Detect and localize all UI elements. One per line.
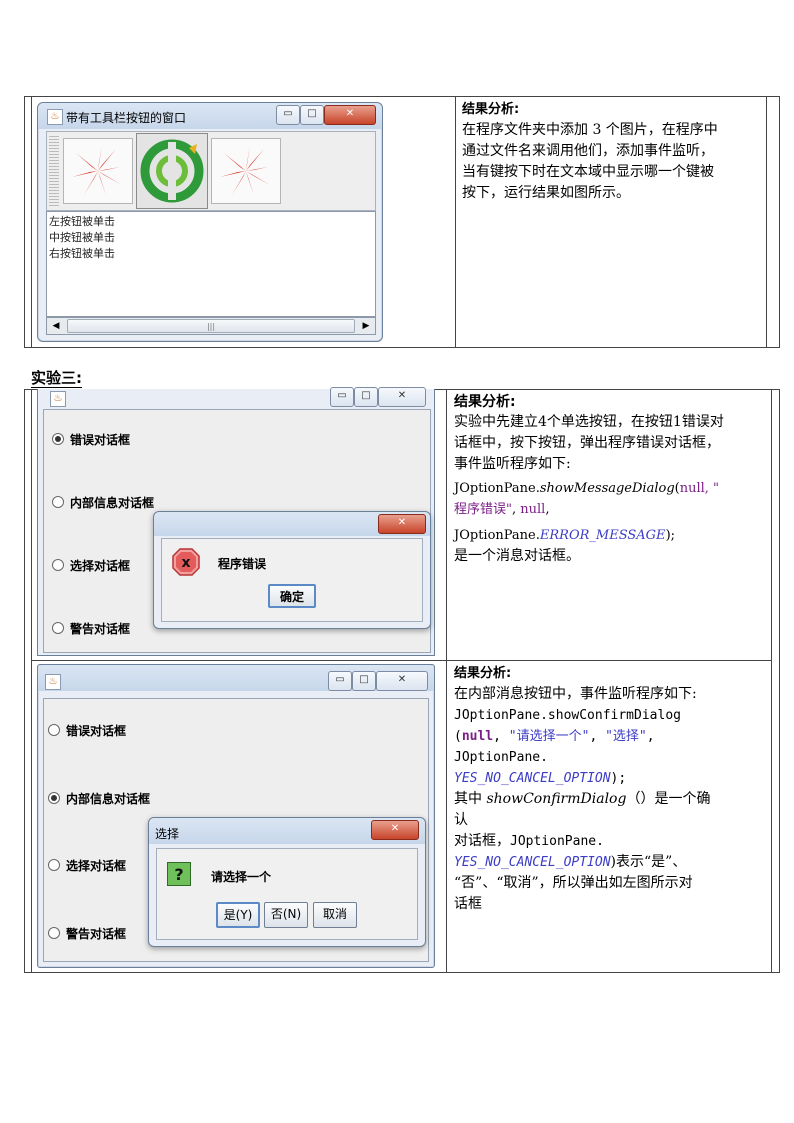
- row2-code-line-1: JOptionPane.showMessageDialog(null, ": [454, 481, 720, 496]
- table1-col-divider-2: [455, 96, 456, 348]
- row2-analysis: 结果分析: 实验中先建立4个单选按钮，在按钮1错误对 话框中，按下按钮，弹出程序…: [454, 392, 766, 567]
- row3-code-line-4: YES_NO_CANCEL_OPTION);: [454, 771, 627, 786]
- toolbar-middle-button[interactable]: [136, 133, 208, 209]
- minimize-button-3[interactable]: ▭: [328, 671, 352, 691]
- horizontal-scrollbar[interactable]: ◀ ||| ▶: [46, 317, 376, 335]
- radio-warning-dialog-3[interactable]: 警告对话框: [48, 925, 126, 942]
- row2-analysis-line-3: 事件监听程序如下:: [454, 456, 571, 472]
- radio-dot: [52, 622, 64, 634]
- toolbar-grip[interactable]: [49, 136, 59, 208]
- row3-line-5: 其中 showConfirmDialog（）是一个确: [454, 791, 711, 807]
- table1-col-divider-3: [766, 96, 767, 348]
- row3-line-10: 话框: [454, 896, 482, 912]
- pinwheel-icon: [72, 145, 122, 195]
- row1-analysis-line-4: 按下，运行结果如图所示。: [462, 185, 630, 201]
- maximize-button-2[interactable]: □: [354, 387, 378, 407]
- radio-dot: [48, 724, 60, 736]
- row1-analysis-line-1: 在程序文件夹中添加 3 个图片，在程序中: [462, 122, 718, 138]
- radio-error-dialog-3[interactable]: 错误对话框: [48, 722, 126, 739]
- dialog-title: 选择: [155, 827, 180, 841]
- radio-choice-dialog-3[interactable]: 选择对话框: [48, 857, 126, 874]
- toolbar-left-button[interactable]: [63, 138, 133, 204]
- row2-analysis-heading: 结果分析:: [454, 394, 516, 410]
- close-button[interactable]: ✕: [324, 105, 376, 125]
- no-button[interactable]: 否(N): [264, 902, 308, 928]
- radio-error-dialog[interactable]: 错误对话框: [52, 431, 130, 448]
- toolbar-right-button[interactable]: [211, 138, 281, 204]
- confirm-demo-window: ♨ ▭ □ ✕ 错误对话框 内部信息对话框 选择对话框 警告对话框 选择 ✕ ?…: [37, 664, 435, 968]
- maximize-button-3[interactable]: □: [352, 671, 376, 691]
- minimize-button[interactable]: ▭: [276, 105, 300, 125]
- radio-dot: [52, 496, 64, 508]
- toolbar-window: ♨ 带有工具栏按钮的窗口 ▭ □ ✕ 左按钮被单击 中按钮被单击 右按钮被单击 …: [37, 102, 383, 342]
- log-textarea[interactable]: 左按钮被单击 中按钮被单击 右按钮被单击: [46, 211, 376, 317]
- dialog-close-button-3[interactable]: ✕: [371, 820, 419, 840]
- confirm-dialog: 选择 ✕ ? 请选择一个 是(Y) 否(N) 取消: [148, 817, 426, 947]
- row3-line-8: YES_NO_CANCEL_OPTION)表示“是”、: [454, 854, 687, 870]
- cancel-button[interactable]: 取消: [313, 902, 357, 928]
- radio-info-dialog[interactable]: 内部信息对话框: [52, 494, 154, 511]
- pinwheel-icon-2: [220, 145, 270, 195]
- row3-line-6: 认: [454, 812, 468, 828]
- ok-button[interactable]: 确定: [268, 584, 316, 608]
- row1-analysis: 结果分析: 在程序文件夹中添加 3 个图片，在程序中 通过文件名来调用他们，添加…: [462, 99, 762, 204]
- scroll-right-arrow[interactable]: ▶: [358, 319, 374, 333]
- green-circle-logo-icon: [140, 139, 204, 203]
- row2-code-line-3: JOptionPane.ERROR_MESSAGE);: [454, 528, 676, 543]
- row3-code-line-3: JOptionPane.: [454, 750, 548, 765]
- row3-analysis: 结果分析: 在内部消息按钮中，事件监听程序如下: JOptionPane.sho…: [454, 663, 768, 915]
- error-demo-window: ♨ ▭ □ ✕ 错误对话框 内部信息对话框 选择对话框 警告对话框 ✕ x 程序…: [37, 387, 435, 656]
- close-button-2[interactable]: ✕: [378, 387, 426, 407]
- radio-dot: [48, 927, 60, 939]
- row3-analysis-heading: 结果分析:: [454, 666, 512, 681]
- java-icon-2: ♨: [50, 391, 66, 407]
- dialog-body: [161, 538, 423, 622]
- yes-button[interactable]: 是(Y): [216, 902, 260, 928]
- window-title: 带有工具栏按钮的窗口: [66, 111, 187, 125]
- section-title: 实验三:: [31, 369, 82, 388]
- scroll-thumb[interactable]: |||: [67, 319, 355, 333]
- row3-code-line-2: (null, "请选择一个", "选择",: [454, 729, 655, 744]
- log-line-2: 中按钮被单击: [49, 231, 115, 244]
- log-line-1: 左按钮被单击: [49, 215, 115, 228]
- minimize-button-2[interactable]: ▭: [330, 387, 354, 407]
- row2-code-line-2: 程序错误", null,: [454, 502, 550, 517]
- table2-col-divider-3: [771, 389, 772, 973]
- close-button-3[interactable]: ✕: [376, 671, 428, 691]
- table2-col-divider-1: [31, 389, 32, 973]
- table2-col-divider-2: [446, 389, 447, 973]
- row1-analysis-line-3: 当有键按下时在文本域中显示哪一个键被: [462, 164, 714, 180]
- table2-row-divider: [31, 660, 771, 661]
- row3-code-line-1: JOptionPane.showConfirmDialog: [454, 708, 681, 723]
- error-icon: x: [172, 548, 200, 576]
- row2-analysis-line-2: 话框中，按下按钮，弹出程序错误对话框，: [454, 435, 720, 451]
- row3-intro: 在内部消息按钮中，事件监听程序如下:: [454, 686, 697, 702]
- row2-tail: 是一个消息对话框。: [454, 548, 580, 564]
- maximize-button[interactable]: □: [300, 105, 324, 125]
- row3-line-9: “否”、“取消”，所以弹出如左图所示对: [454, 875, 693, 891]
- table1-col-divider: [31, 96, 32, 348]
- radio-dot: [52, 559, 64, 571]
- dialog-close-button[interactable]: ✕: [378, 514, 426, 534]
- java-icon-3: ♨: [45, 674, 61, 690]
- svg-text:x: x: [181, 555, 190, 571]
- row1-analysis-heading: 结果分析:: [462, 102, 520, 117]
- radio-dot-selected: [52, 433, 64, 445]
- radio-dot: [48, 859, 60, 871]
- dialog-message: 程序错误: [218, 557, 267, 571]
- question-icon: ?: [167, 862, 191, 886]
- row1-analysis-line-2: 通过文件名来调用他们，添加事件监听，: [462, 143, 714, 159]
- error-dialog: ✕ x 程序错误 确定: [153, 511, 431, 629]
- log-line-3: 右按钮被单击: [49, 247, 115, 260]
- radio-info-dialog-3[interactable]: 内部信息对话框: [48, 790, 150, 807]
- radio-dot-selected: [48, 792, 60, 804]
- toolbar: [46, 131, 376, 211]
- radio-warning-dialog[interactable]: 警告对话框: [52, 620, 130, 637]
- scroll-left-arrow[interactable]: ◀: [48, 319, 64, 333]
- java-icon: ♨: [47, 109, 63, 125]
- row2-analysis-line-1: 实验中先建立4个单选按钮，在按钮1错误对: [454, 414, 724, 430]
- dialog-message-3: 请选择一个: [211, 870, 272, 884]
- row3-line-7: 对话框，JOptionPane.: [454, 833, 604, 849]
- radio-choice-dialog[interactable]: 选择对话框: [52, 557, 130, 574]
